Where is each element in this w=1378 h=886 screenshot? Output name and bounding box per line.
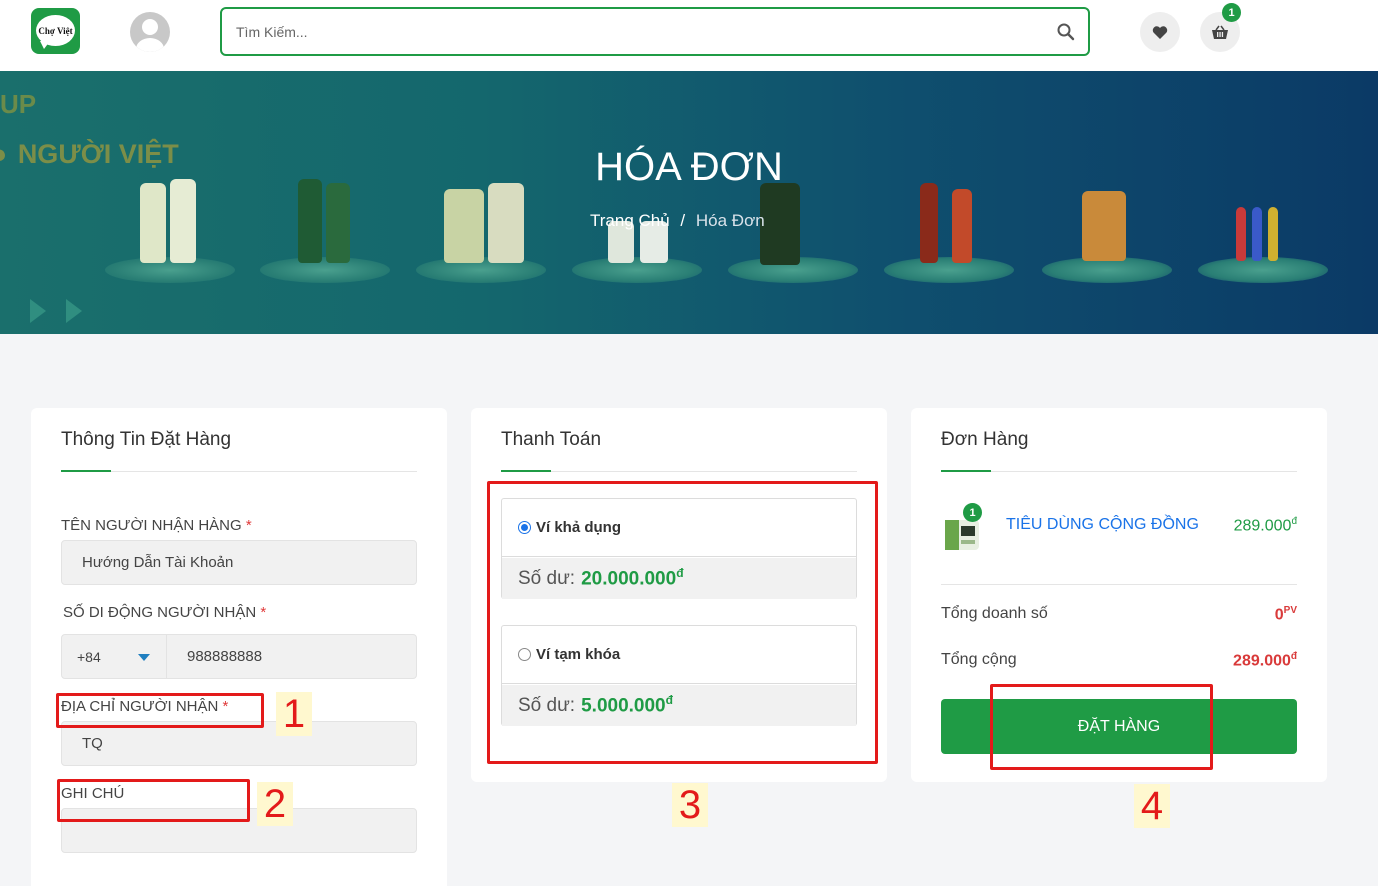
card-divider-accent bbox=[941, 470, 991, 472]
product-bottle bbox=[1236, 207, 1246, 261]
grand-total-label: Tổng cộng bbox=[941, 651, 1017, 668]
product-bottle bbox=[1268, 207, 1278, 261]
recipient-phone-field[interactable]: 988888888 bbox=[167, 634, 417, 679]
annotation-number: 1 bbox=[276, 692, 312, 736]
recipient-phone-label: SỐ DI ĐỘNG NGƯỜI NHẬN * bbox=[63, 604, 267, 621]
decor-chevron bbox=[30, 299, 46, 323]
country-code-value: +84 bbox=[77, 648, 101, 665]
card-divider bbox=[941, 471, 1297, 472]
annotation-number: 4 bbox=[1134, 784, 1170, 828]
caret-down-icon bbox=[138, 654, 150, 661]
order-divider bbox=[941, 584, 1297, 585]
logo-bubble-tail bbox=[40, 41, 50, 49]
breadcrumb-separator: / bbox=[680, 211, 686, 230]
product-bottle bbox=[1252, 207, 1262, 261]
user-avatar[interactable] bbox=[130, 12, 170, 52]
product-bottle bbox=[920, 183, 938, 263]
breadcrumb: Trang Chủ / Hóa Đơn bbox=[590, 211, 765, 231]
product-bottle bbox=[140, 183, 166, 263]
annotation-number: 2 bbox=[257, 782, 293, 826]
cart-count-badge: 1 bbox=[1222, 3, 1241, 22]
recipient-name-label: TÊN NGƯỜI NHẬN HÀNG * bbox=[61, 517, 252, 534]
product-bottle bbox=[444, 189, 484, 263]
card-divider-accent bbox=[501, 470, 551, 472]
card-title: Đơn Hàng bbox=[941, 429, 1029, 450]
product-pedestal bbox=[572, 257, 702, 283]
decor-chevron bbox=[66, 299, 82, 323]
annotation-number: 3 bbox=[672, 783, 708, 827]
annotation-box bbox=[487, 481, 878, 764]
card-divider bbox=[501, 471, 857, 472]
search-box bbox=[220, 7, 1090, 56]
site-logo[interactable]: Chợ Việt bbox=[31, 8, 80, 54]
breadcrumb-current: Hóa Đơn bbox=[695, 211, 765, 230]
basket-icon bbox=[1212, 25, 1228, 39]
order-item-name[interactable]: TIÊU DÙNG CỘNG ĐỒNG bbox=[1006, 516, 1199, 534]
search-input[interactable] bbox=[236, 21, 1036, 43]
banner-bg-text: UP bbox=[0, 89, 37, 119]
total-sales-label: Tổng doanh số bbox=[941, 605, 1048, 622]
product-bottle bbox=[488, 183, 524, 263]
annotation-box bbox=[57, 779, 250, 822]
country-code-select[interactable]: +84 bbox=[61, 634, 167, 679]
order-item-price: 289.000đ bbox=[1233, 516, 1297, 535]
grand-total-value: 289.000đ bbox=[1233, 651, 1297, 670]
product-bottle bbox=[326, 183, 350, 263]
heart-icon bbox=[1152, 25, 1168, 39]
breadcrumb-home-link[interactable]: Trang Chủ bbox=[590, 211, 670, 230]
product-bottle bbox=[298, 179, 322, 263]
annotation-box bbox=[56, 693, 264, 728]
total-sales-value: 0PV bbox=[1274, 605, 1297, 624]
user-icon bbox=[136, 19, 164, 52]
recipient-name-field[interactable]: Hướng Dẫn Tài Khoản bbox=[61, 540, 417, 585]
item-quantity-badge: 1 bbox=[963, 503, 982, 522]
product-pack bbox=[1082, 191, 1126, 261]
product-bottle bbox=[170, 179, 196, 263]
card-divider-accent bbox=[61, 470, 111, 472]
product-box bbox=[760, 183, 800, 265]
annotation-box bbox=[990, 684, 1213, 770]
product-pedestal bbox=[884, 257, 1014, 283]
product-pedestal bbox=[1198, 257, 1328, 283]
card-divider bbox=[61, 471, 417, 472]
search-icon[interactable] bbox=[1056, 22, 1076, 42]
product-bottle bbox=[952, 189, 972, 263]
page-banner: UP ◗ NGƯỜI VIỆT HÓA ĐƠN Trang Chủ / Hóa … bbox=[0, 71, 1378, 334]
product-pedestal bbox=[260, 257, 390, 283]
card-title: Thông Tin Đặt Hàng bbox=[61, 429, 232, 450]
card-title: Thanh Toán bbox=[501, 429, 602, 450]
top-header: Chợ Việt 1 bbox=[0, 0, 1378, 71]
wishlist-button[interactable] bbox=[1140, 12, 1180, 52]
page-title: HÓA ĐƠN bbox=[595, 145, 783, 189]
